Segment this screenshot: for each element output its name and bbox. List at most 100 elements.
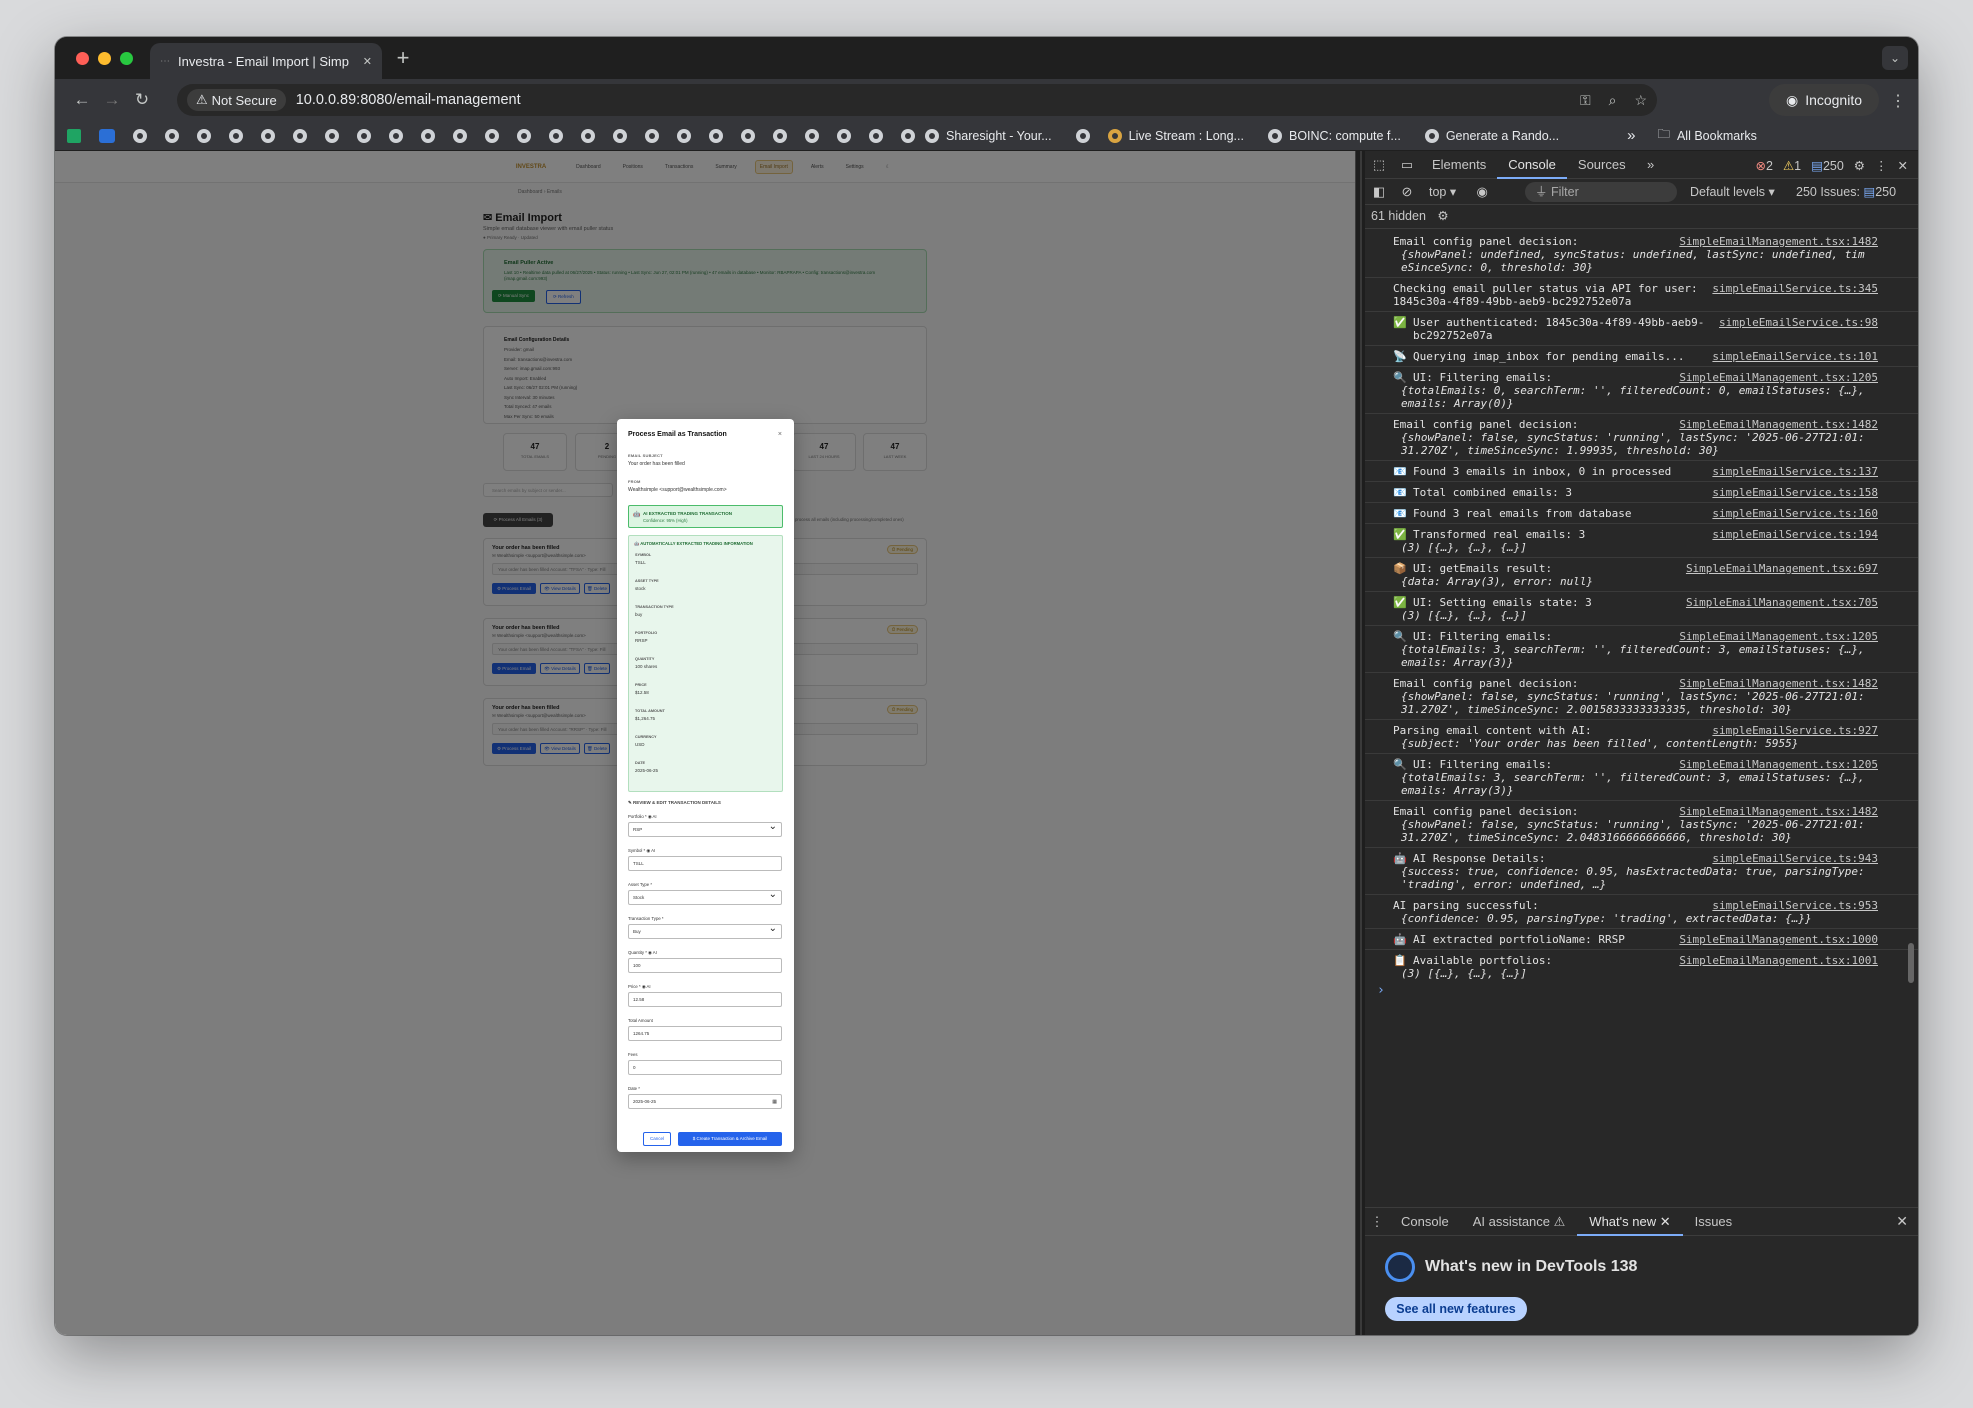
- maximize-window-icon[interactable]: [120, 51, 133, 65]
- console-message[interactable]: ✅ simpleEmailService.ts:98 User authentica…: [1365, 312, 1918, 346]
- eye-icon[interactable]: ◉: [1468, 184, 1496, 200]
- address-bar[interactable]: ⚠ Not Secure 10.0.0.89:8080/email-managem…: [177, 84, 1657, 116]
- message-object[interactable]: {showPanel: false, syncStatus: 'running'…: [1393, 690, 1878, 703]
- console-message[interactable]: SimpleEmailManagement.tsx:1482 Email conf…: [1365, 414, 1918, 461]
- tab-sources[interactable]: Sources: [1567, 151, 1637, 179]
- sidebar-toggle-icon[interactable]: ◧: [1365, 184, 1393, 200]
- message-count[interactable]: ▤250: [1811, 158, 1844, 173]
- log-levels-select[interactable]: Default levels ▾: [1690, 184, 1775, 199]
- close-devtools-icon[interactable]: ✕: [1898, 158, 1908, 173]
- bookmark-icon[interactable]: [261, 128, 275, 143]
- close-drawer-icon[interactable]: ✕: [1896, 1213, 1908, 1230]
- back-icon[interactable]: ←: [67, 90, 97, 110]
- bookmark-icon[interactable]: [837, 128, 851, 143]
- source-link[interactable]: simpleEmailService.ts:101: [1712, 350, 1878, 363]
- bookmark-app-icon[interactable]: [99, 128, 115, 143]
- bookmark-icon[interactable]: [901, 128, 915, 143]
- bookmark-icon[interactable]: [165, 128, 179, 143]
- source-link[interactable]: simpleEmailService.ts:194: [1712, 528, 1878, 541]
- console-message[interactable]: 📧 simpleEmailService.ts:137 Found 3 emails…: [1365, 461, 1918, 482]
- console-message[interactable]: 📧 simpleEmailService.ts:158 Total combined…: [1365, 482, 1918, 503]
- bookmark-icon[interactable]: [677, 128, 691, 143]
- message-object[interactable]: {data: Array(3), error: null}: [1393, 575, 1878, 588]
- bookmark-star-icon[interactable]: ☆: [1634, 92, 1647, 109]
- bookmark-icon[interactable]: [741, 128, 755, 143]
- more-tabs-icon[interactable]: »: [1637, 157, 1665, 172]
- console-message[interactable]: 📧 simpleEmailService.ts:160 Found 3 real e…: [1365, 503, 1918, 524]
- bookmark-generate[interactable]: Generate a Rando...: [1424, 128, 1559, 143]
- console-message[interactable]: simpleEmailService.ts:953 AI parsing succ…: [1365, 895, 1918, 929]
- scrollbar-thumb[interactable]: [1908, 943, 1914, 983]
- forward-icon[interactable]: →: [97, 90, 127, 110]
- minimize-window-icon[interactable]: [98, 51, 111, 65]
- new-tab-button[interactable]: +: [390, 45, 416, 71]
- drawer-tab-ai-assistance[interactable]: AI assistance ⚠: [1461, 1208, 1578, 1236]
- message-object[interactable]: {totalEmails: 0, searchTerm: '', filtere…: [1393, 384, 1878, 397]
- tab-console[interactable]: Console: [1497, 151, 1567, 179]
- warning-count[interactable]: ⚠1: [1783, 158, 1801, 173]
- console-message[interactable]: 📋 SimpleEmailManagement.tsx:1001 Available…: [1365, 950, 1918, 981]
- message-object[interactable]: (3) [{…}, {…}, {…}]: [1393, 967, 1878, 980]
- console-message[interactable]: SimpleEmailManagement.tsx:1482 Email conf…: [1365, 673, 1918, 720]
- message-object[interactable]: {subject: 'Your order has been filled', …: [1393, 737, 1878, 750]
- source-link[interactable]: SimpleEmailManagement.tsx:1482: [1679, 418, 1878, 431]
- security-chip[interactable]: ⚠ Not Secure: [187, 89, 286, 111]
- quantity-input[interactable]: 100: [628, 958, 782, 973]
- console-message[interactable]: 🤖 SimpleEmailManagement.tsx:1000 AI extrac…: [1365, 929, 1918, 950]
- console-message[interactable]: 🤖 simpleEmailService.ts:943 AI Response De…: [1365, 848, 1918, 895]
- devtools-menu-icon[interactable]: ⋮: [1875, 158, 1888, 173]
- error-count[interactable]: ⊗2: [1756, 158, 1773, 173]
- source-link[interactable]: SimpleEmailManagement.tsx:1000: [1679, 933, 1878, 946]
- total-amount-input[interactable]: 1264.75: [628, 1026, 782, 1041]
- bookmark-icon[interactable]: [293, 128, 307, 143]
- message-object[interactable]: {totalEmails: 3, searchTerm: '', filtere…: [1393, 643, 1878, 656]
- tab-close-icon[interactable]: ✕: [363, 55, 372, 68]
- devtools-resizer[interactable]: [1355, 151, 1365, 1335]
- console-message[interactable]: SimpleEmailManagement.tsx:1482 Email conf…: [1365, 231, 1918, 278]
- drawer-menu-icon[interactable]: ⋮: [1365, 1214, 1389, 1230]
- message-object[interactable]: {showPanel: undefined, syncStatus: undef…: [1393, 248, 1878, 261]
- source-link[interactable]: simpleEmailService.ts:160: [1712, 507, 1878, 520]
- settings-icon[interactable]: ⚙: [1854, 158, 1865, 173]
- drawer-tab-issues[interactable]: Issues: [1683, 1208, 1745, 1236]
- reload-icon[interactable]: ↻: [127, 90, 157, 110]
- bookmark-icon[interactable]: [549, 128, 563, 143]
- bookmark-icon[interactable]: [709, 128, 723, 143]
- source-link[interactable]: SimpleEmailManagement.tsx:1482: [1679, 677, 1878, 690]
- message-object[interactable]: {confidence: 0.95, parsingType: 'trading…: [1393, 912, 1878, 925]
- bookmark-sharesight[interactable]: Sharesight - Your...: [925, 128, 1052, 143]
- source-link[interactable]: simpleEmailService.ts:98: [1719, 316, 1878, 329]
- bookmark-icon[interactable]: [1075, 128, 1090, 143]
- date-input[interactable]: 2025-06-25: [628, 1094, 782, 1109]
- source-link[interactable]: SimpleEmailManagement.tsx:1205: [1679, 371, 1878, 384]
- bookmark-icon[interactable]: [613, 128, 627, 143]
- message-object[interactable]: {totalEmails: 3, searchTerm: '', filtere…: [1393, 771, 1878, 784]
- console-scrollbar[interactable]: [1908, 231, 1914, 983]
- tab-search-icon[interactable]: ⌄: [1882, 46, 1908, 70]
- browser-tab[interactable]: ⋯ Investra - Email Import | Simp ✕: [150, 43, 382, 79]
- drawer-tab-whats-new[interactable]: What's new ✕: [1577, 1208, 1683, 1236]
- console-message[interactable]: 🔍 SimpleEmailManagement.tsx:1205 UI: Filte…: [1365, 626, 1918, 673]
- bookmarks-overflow-icon[interactable]: »: [1627, 127, 1635, 144]
- see-all-features-button[interactable]: See all new features: [1385, 1297, 1527, 1321]
- bookmark-icon[interactable]: [581, 128, 595, 143]
- key-icon[interactable]: ⚿: [1580, 92, 1591, 109]
- source-link[interactable]: SimpleEmailManagement.tsx:1001: [1679, 954, 1878, 967]
- bookmark-icon[interactable]: [389, 128, 403, 143]
- inspect-icon[interactable]: ⬚: [1365, 157, 1393, 173]
- source-link[interactable]: simpleEmailService.ts:927: [1712, 724, 1878, 737]
- bookmark-icon[interactable]: [645, 128, 659, 143]
- console-message[interactable]: 🔍 SimpleEmailManagement.tsx:1205 UI: Filte…: [1365, 754, 1918, 801]
- bookmark-icon[interactable]: [229, 128, 243, 143]
- console-settings-icon[interactable]: ⚙: [1437, 209, 1448, 223]
- bookmark-boinc[interactable]: BOINC: compute f...: [1267, 128, 1401, 143]
- create-transaction-button[interactable]: $ Create Transaction & Archive Email: [678, 1132, 782, 1146]
- asset-type-select[interactable]: Stock: [628, 888, 782, 905]
- console-filter-input[interactable]: ⏚ Filter: [1525, 182, 1677, 202]
- bookmark-icon[interactable]: [453, 128, 467, 143]
- bookmark-icon[interactable]: [421, 128, 435, 143]
- fees-input[interactable]: 0: [628, 1060, 782, 1075]
- source-link[interactable]: simpleEmailService.ts:953: [1712, 899, 1878, 912]
- bookmark-icon[interactable]: [805, 128, 819, 143]
- issues-link[interactable]: 250 Issues: ▤250: [1796, 184, 1896, 199]
